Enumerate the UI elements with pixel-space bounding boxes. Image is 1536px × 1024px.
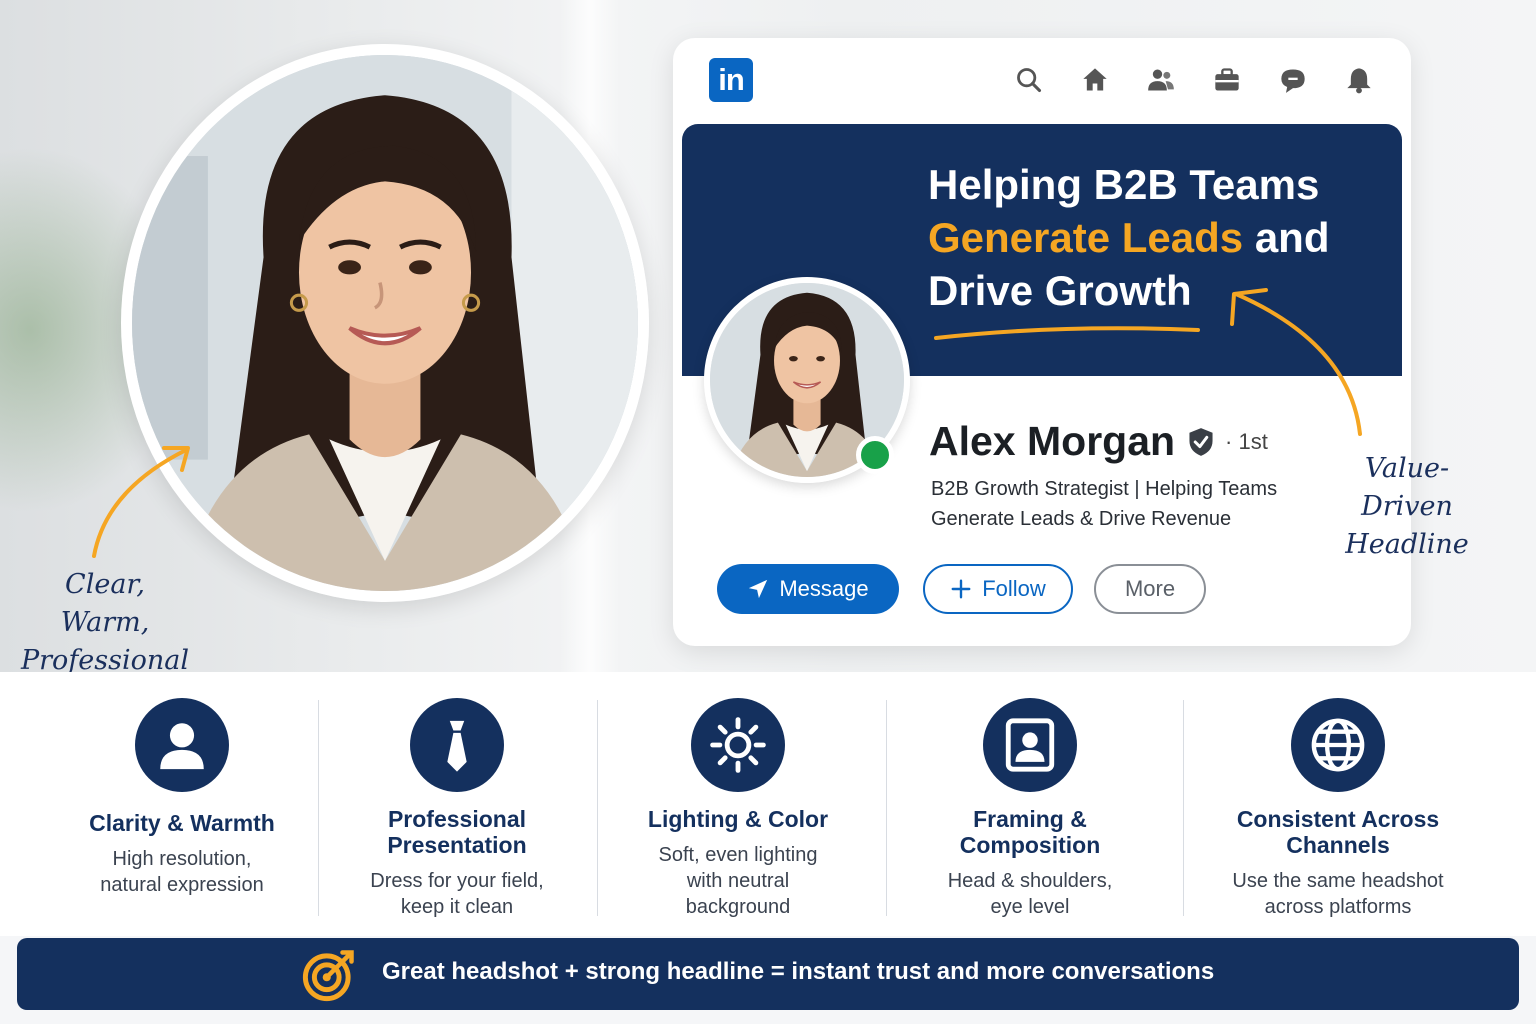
banner-highlight: Generate Leads: [928, 214, 1244, 261]
feature-desc: Soft, even lighting with neutral backgro…: [618, 842, 858, 920]
home-icon[interactable]: [1077, 62, 1113, 98]
globe-icon: [1291, 698, 1385, 792]
feature-presentation: Professional Presentation Dress for your…: [337, 698, 577, 920]
follow-button-label: Follow: [982, 576, 1046, 601]
jobs-icon[interactable]: [1209, 62, 1245, 98]
send-icon: [749, 579, 768, 599]
annotation-right-line2: Headline: [1345, 529, 1469, 560]
user-icon: [135, 698, 229, 792]
verified-shield-icon: [1189, 427, 1213, 456]
divider: [1183, 700, 1184, 916]
summary-text: Great headshot + strong headline = insta…: [382, 958, 1215, 985]
online-status-dot: [856, 436, 894, 474]
feature-desc-line: natural expression: [100, 874, 264, 896]
tips-row: Clarity & Warmth High resolution, natura…: [0, 672, 1536, 936]
feature-desc-line: High resolution,: [112, 848, 252, 870]
feature-consistency: Consistent Across Channels Use the same …: [1206, 698, 1470, 920]
messaging-icon[interactable]: [1275, 62, 1311, 98]
tagline-line1: B2B Growth Strategist | Helping Teams: [931, 478, 1278, 500]
divider: [597, 700, 598, 916]
profile-name-row: Alex Morgan · 1st: [929, 418, 1268, 465]
banner-line1: Helping B2B Teams: [928, 161, 1320, 208]
feature-title: Professional Presentation: [337, 806, 577, 858]
message-button-label: Message: [779, 576, 869, 601]
feature-clarity: Clarity & Warmth High resolution, natura…: [62, 698, 302, 898]
sun-icon: [691, 698, 785, 792]
follow-button[interactable]: Follow: [923, 564, 1073, 614]
notifications-icon[interactable]: [1341, 62, 1377, 98]
feature-title: Clarity & Warmth: [89, 810, 275, 836]
search-icon[interactable]: [1011, 62, 1047, 98]
more-button[interactable]: More: [1094, 564, 1206, 614]
banner-line2-rest: and: [1243, 214, 1330, 261]
annotation-clear-warm: Clear, Warm, Professional: [20, 566, 190, 680]
feature-title-text: Professional Presentation: [387, 806, 527, 858]
feature-desc-line: background: [685, 896, 791, 918]
feature-desc-line: Use the same headshot: [1232, 870, 1444, 892]
arrow-right-icon: [1230, 288, 1362, 436]
tie-icon: [410, 698, 504, 792]
woman-portrait-illustration: [132, 55, 638, 591]
feature-desc-line: with neutral: [686, 870, 790, 892]
feature-desc: Use the same headshot across platforms: [1206, 868, 1470, 920]
feature-framing: Framing & Composition Head & shoulders, …: [910, 698, 1150, 920]
more-button-label: More: [1124, 576, 1176, 601]
feature-title: Lighting & Color: [647, 806, 829, 832]
annotation-right-line1: Value-Driven: [1361, 453, 1453, 522]
divider: [886, 700, 887, 916]
feature-desc: Head & shoulders, eye level: [910, 868, 1150, 920]
feature-desc-line: eye level: [990, 896, 1070, 918]
feature-title: Framing & Composition: [959, 806, 1101, 858]
plus-icon: [951, 579, 971, 599]
feature-desc-line: keep it clean: [400, 896, 514, 918]
feature-desc-line: Head & shoulders,: [947, 870, 1113, 892]
target-icon: [302, 950, 354, 1002]
profile-name[interactable]: Alex Morgan: [929, 418, 1175, 465]
network-icon[interactable]: [1143, 62, 1179, 98]
profile-tagline: B2B Growth Strategist | Helping Teams Ge…: [931, 474, 1331, 534]
annotation-value-headline: Value-Driven Headline: [1322, 450, 1492, 564]
divider: [318, 700, 319, 916]
arrow-left-icon: [92, 446, 190, 558]
message-button[interactable]: Message: [717, 564, 899, 614]
tagline-line2: Generate Leads & Drive Revenue: [931, 508, 1232, 530]
feature-title: Consistent Across Channels: [1236, 806, 1440, 858]
annotation-left-line1: Clear, Warm,: [60, 569, 150, 638]
feature-desc-line: Dress for your field,: [370, 870, 544, 892]
top-nav-icons: [1011, 62, 1377, 98]
feature-desc: High resolution, natural expression: [62, 846, 302, 898]
feature-lighting: Lighting & Color Soft, even lighting wit…: [618, 698, 858, 920]
banner-line2: Generate Leads and: [928, 211, 1388, 264]
feature-desc: Dress for your field, keep it clean: [337, 868, 577, 920]
linkedin-logo[interactable]: in: [709, 58, 753, 102]
portrait-frame-icon: [983, 698, 1077, 792]
feature-desc-line: across platforms: [1264, 896, 1412, 918]
underline-swoosh: [934, 326, 1200, 340]
feature-desc-line: Soft, even lighting: [658, 844, 818, 866]
summary-banner: Great headshot + strong headline = insta…: [17, 938, 1519, 1010]
